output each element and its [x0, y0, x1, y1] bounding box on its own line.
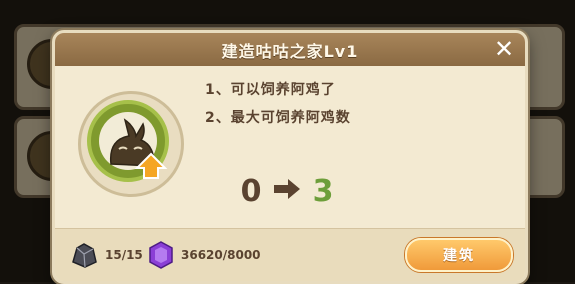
resource-ore: 15/15	[69, 239, 143, 271]
build-button-label: 建筑	[443, 248, 475, 264]
capacity-change: 0 3	[238, 173, 336, 209]
feature-line: 1、可以饲养阿鸡了	[205, 82, 336, 98]
resource-gem: 36620/8000	[147, 239, 261, 271]
dialog-titlebar: 建造咕咕之家Lv1 ✕	[55, 33, 525, 66]
feature-list: 1、可以饲养阿鸡了 2、最大可饲养阿鸡数	[205, 76, 351, 132]
resource-value: 36620/8000	[181, 248, 261, 262]
resource-value: 15/15	[105, 248, 143, 262]
ore-icon	[72, 243, 97, 268]
upgrade-arrow-icon	[134, 152, 168, 179]
build-button[interactable]: 建筑	[405, 238, 513, 272]
capacity-to: 3	[312, 173, 334, 209]
right-arrow-icon	[264, 178, 310, 204]
build-dialog: 建造咕咕之家Lv1 ✕ 1、可以饲养阿鸡了 2、最大可饲养阿鸡数 0 3 15/…	[52, 30, 528, 284]
feature-line: 2、最大可饲养阿鸡数	[205, 110, 351, 126]
dialog-body: 1、可以饲养阿鸡了 2、最大可饲养阿鸡数 0 3	[55, 66, 525, 228]
close-icon[interactable]: ✕	[491, 36, 517, 62]
building-portrait	[78, 91, 184, 197]
purple-gem-icon	[149, 241, 173, 269]
capacity-from: 0	[240, 173, 262, 209]
dialog-title: 建造咕咕之家Lv1	[221, 41, 359, 61]
dialog-footer: 15/15 36620/8000 建筑	[55, 228, 525, 281]
